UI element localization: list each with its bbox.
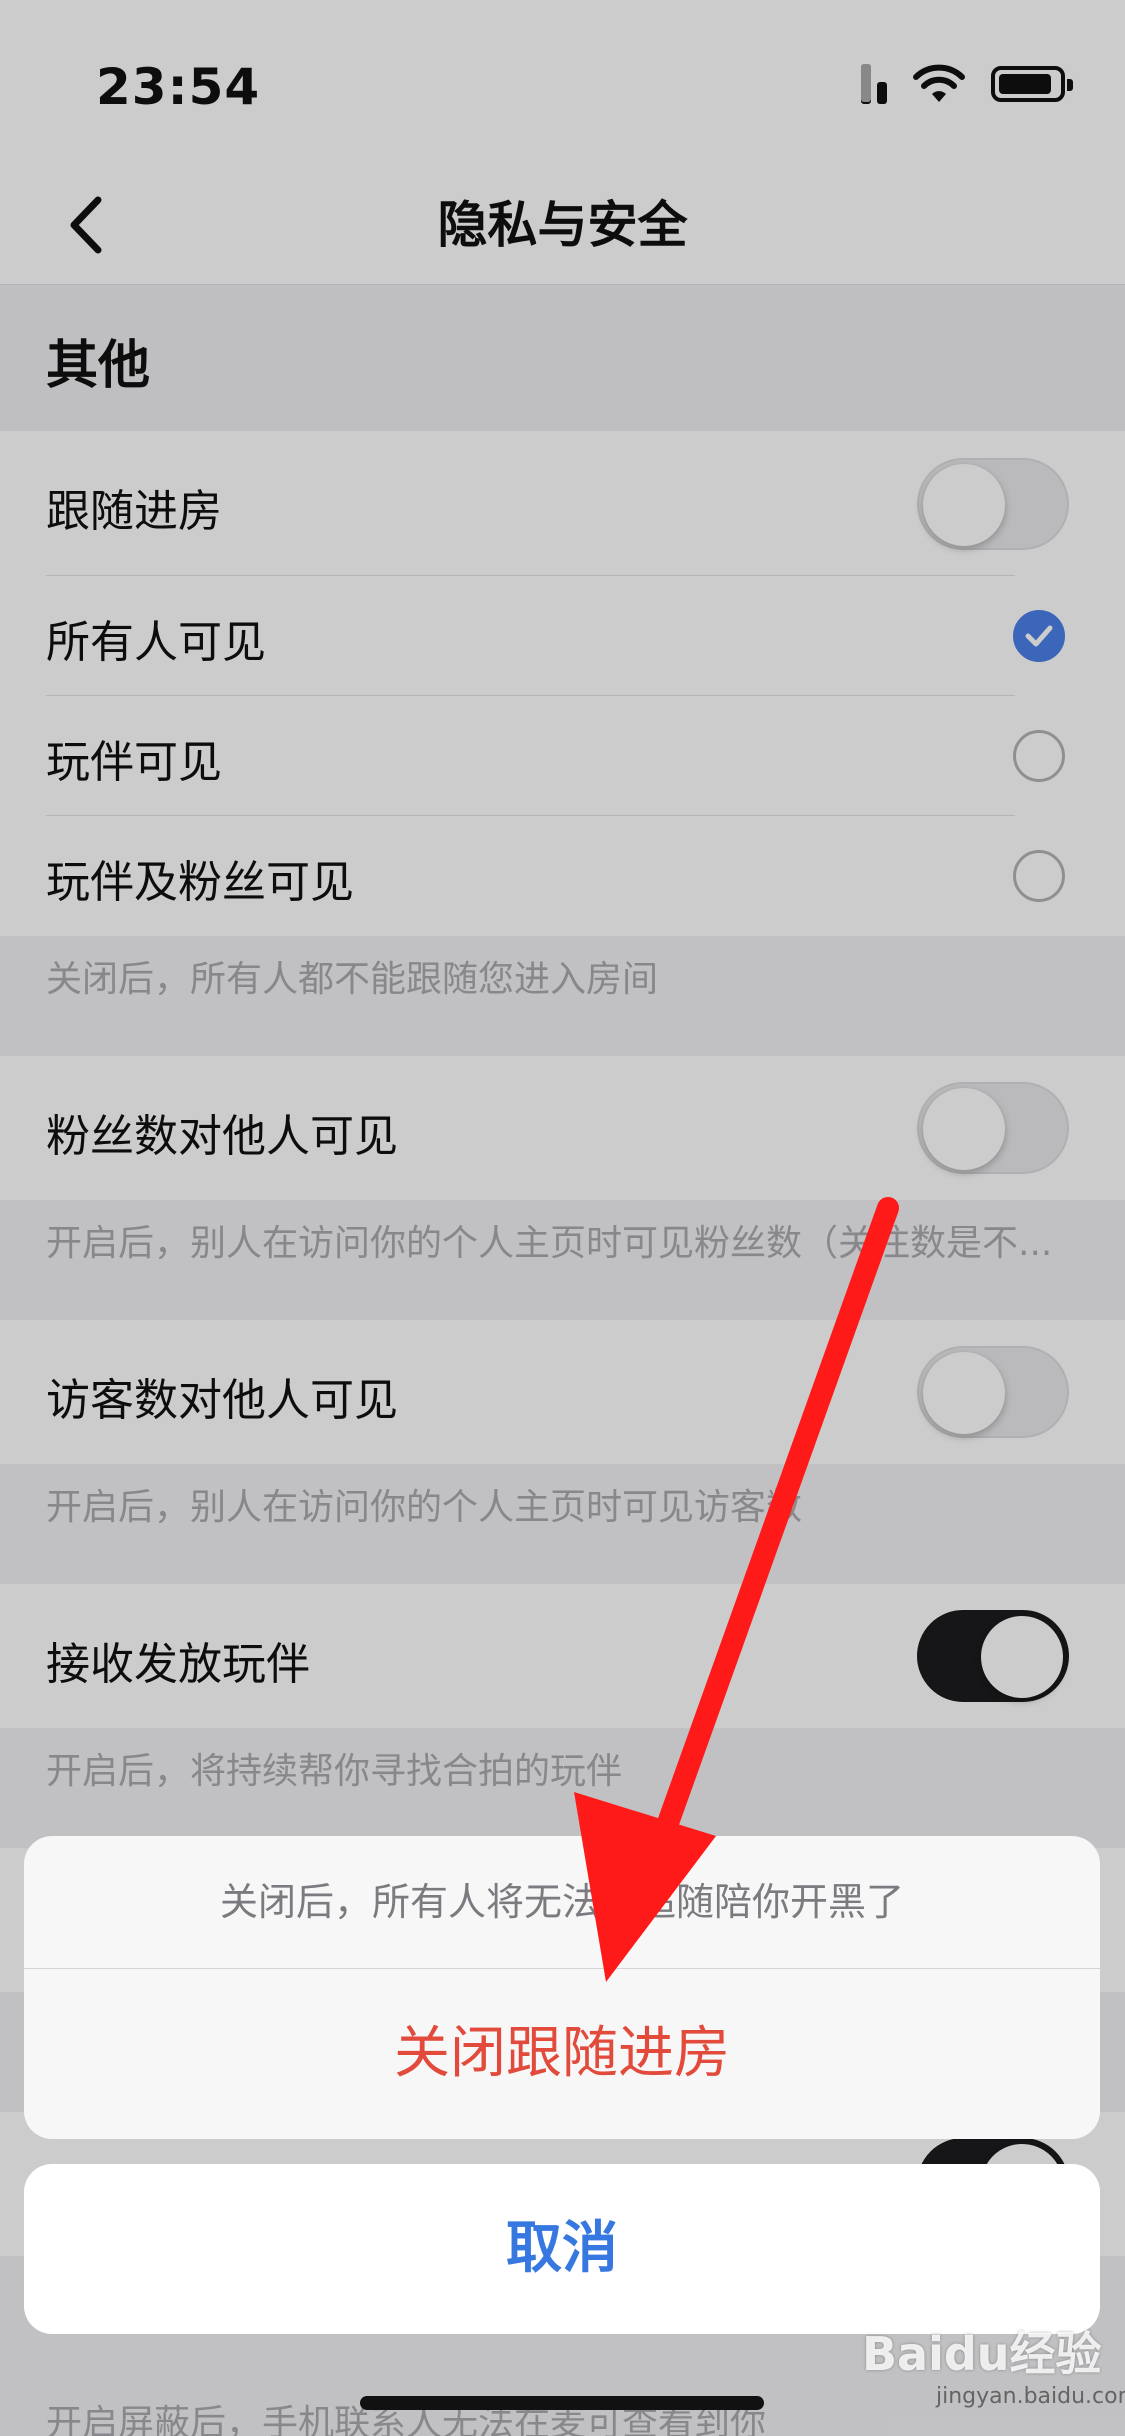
action-sheet: 关闭后，所有人将无法再追随陪你开黑了 关闭跟随进房 (24, 1836, 1100, 2139)
close-follow-room-button[interactable]: 关闭跟随进房 (24, 1969, 1100, 2139)
baidu-watermark: Baidu经验 (862, 2327, 1102, 2381)
baidu-watermark-url: jingyan.baidu.com (936, 2384, 1125, 2409)
cancel-button[interactable]: 取消 (24, 2164, 1100, 2334)
home-indicator (360, 2396, 764, 2410)
privacy-security-screen: 23:54 隐私与安全 其他 跟随进房 所有人可见 玩伴可见 玩伴及粉丝可见 关… (0, 0, 1125, 2436)
action-sheet-message: 关闭后，所有人将无法再追随陪你开黑了 (24, 1836, 1100, 1969)
